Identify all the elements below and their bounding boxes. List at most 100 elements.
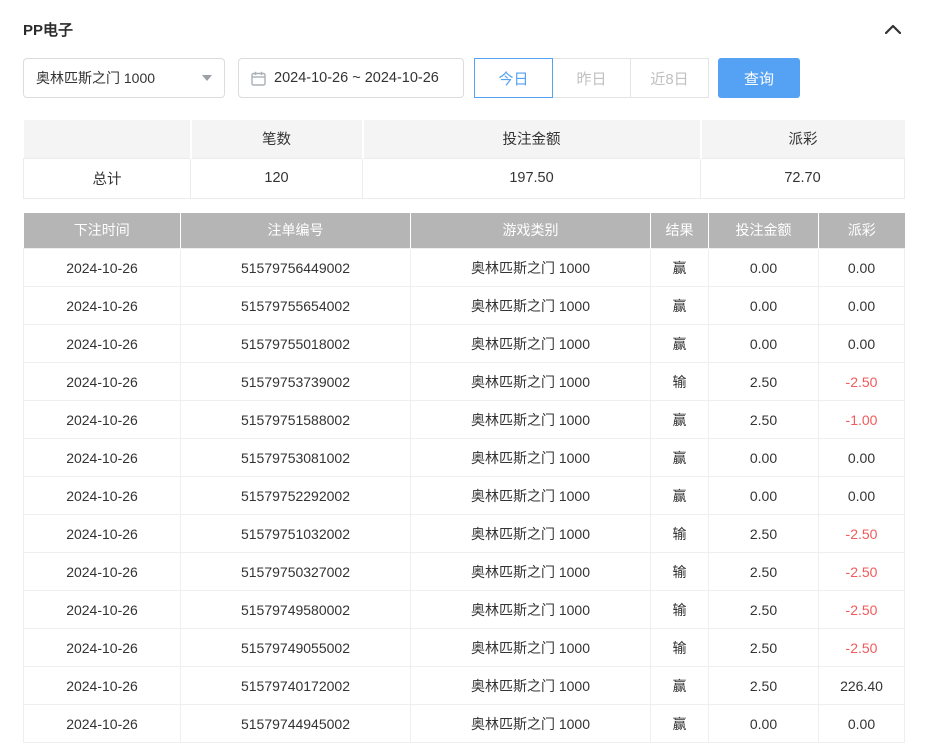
bet-amount-cell: 0.00 (708, 476, 819, 515)
chevron-down-icon (202, 75, 212, 81)
summary-total-count: 120 (190, 157, 363, 199)
column-header-result: 结果 (650, 212, 709, 249)
game-category-cell: 奥林匹斯之门 1000 (410, 362, 651, 401)
bet-time-cell: 2024-10-26 (23, 590, 181, 629)
result-cell: 赢 (650, 400, 709, 439)
pp-games-panel: PP电子 奥林匹斯之门 1000 2024-10-26 ~ 2024-10-26 (0, 0, 928, 743)
column-header-order-id: 注单编号 (180, 212, 411, 249)
bet-time-cell: 2024-10-26 (23, 324, 181, 363)
summary-header-count: 笔数 (189, 120, 363, 158)
bet-time-cell: 2024-10-26 (23, 286, 181, 325)
bet-amount-cell: 2.50 (708, 590, 819, 629)
result-cell: 输 (650, 362, 709, 401)
column-header-game-category: 游戏类别 (410, 212, 651, 249)
game-category-cell: 奥林匹斯之门 1000 (410, 324, 651, 363)
game-category-cell: 奥林匹斯之门 1000 (410, 286, 651, 325)
bet-amount-cell: 2.50 (708, 552, 819, 591)
result-cell: 赢 (650, 248, 709, 287)
result-cell: 赢 (650, 438, 709, 477)
bet-time-cell: 2024-10-26 (23, 248, 181, 287)
column-header-bet-amount: 投注金额 (708, 212, 819, 249)
result-cell: 赢 (650, 324, 709, 363)
summary-table: 笔数 投注金额 派彩 总计 120 197.50 72.70 (23, 120, 905, 199)
result-cell: 输 (650, 590, 709, 629)
table-row: 2024-10-26 51579740172002 奥林匹斯之门 1000 赢 2.50… (23, 666, 905, 705)
date-range-input[interactable]: 2024-10-26 ~ 2024-10-26 (238, 58, 464, 98)
bet-time-cell: 2024-10-26 (23, 476, 181, 515)
order-id-cell: 51579749580002 (180, 590, 411, 629)
table-row: 2024-10-26 51579755018002 奥林匹斯之门 1000 赢 0.00… (23, 324, 905, 363)
payout-cell: -2.50 (818, 590, 905, 629)
payout-cell: 0.00 (818, 324, 905, 363)
order-id-cell: 51579751588002 (180, 400, 411, 439)
result-cell: 输 (650, 628, 709, 667)
summary-total-row: 总计 120 197.50 72.70 (23, 157, 905, 199)
records-table: 下注时间 注单编号 游戏类别 结果 投注金额 派彩 2024-10-26 5157… (23, 212, 905, 743)
payout-cell: -2.50 (818, 628, 905, 667)
order-id-cell: 51579753081002 (180, 438, 411, 477)
table-row: 2024-10-26 51579751032002 奥林匹斯之门 1000 输 2.50… (23, 514, 905, 553)
bet-time-cell: 2024-10-26 (23, 628, 181, 667)
bet-amount-cell: 0.00 (708, 286, 819, 325)
bet-amount-cell: 2.50 (708, 628, 819, 667)
quick-date-button-group: 今日 昨日 近8日 (474, 58, 709, 98)
game-category-cell: 奥林匹斯之门 1000 (410, 590, 651, 629)
bet-time-cell: 2024-10-26 (23, 362, 181, 401)
table-row: 2024-10-26 51579744945002 奥林匹斯之门 1000 赢 0.00… (23, 704, 905, 743)
records-header-row: 下注时间 注单编号 游戏类别 结果 投注金额 派彩 (23, 212, 905, 249)
game-category-cell: 奥林匹斯之门 1000 (410, 476, 651, 515)
summary-total-label: 总计 (23, 157, 191, 199)
payout-cell: 0.00 (818, 438, 905, 477)
summary-header-bet-amount: 投注金额 (361, 120, 701, 158)
payout-cell: -2.50 (818, 552, 905, 591)
payout-cell: 0.00 (818, 704, 905, 743)
yesterday-button[interactable]: 昨日 (552, 58, 631, 98)
filter-bar: 奥林匹斯之门 1000 2024-10-26 ~ 2024-10-26 今日 昨… (23, 58, 905, 98)
order-id-cell: 51579755018002 (180, 324, 411, 363)
chevron-up-icon[interactable] (881, 20, 905, 38)
bet-time-cell: 2024-10-26 (23, 438, 181, 477)
calendar-icon (251, 71, 266, 86)
table-row: 2024-10-26 51579755654002 奥林匹斯之门 1000 赢 0.00… (23, 286, 905, 325)
payout-cell: 0.00 (818, 476, 905, 515)
order-id-cell: 51579749055002 (180, 628, 411, 667)
table-row: 2024-10-26 51579749055002 奥林匹斯之门 1000 输 2.50… (23, 628, 905, 667)
last-8-days-button[interactable]: 近8日 (630, 58, 709, 98)
payout-cell: -2.50 (818, 514, 905, 553)
table-row: 2024-10-26 51579752292002 奥林匹斯之门 1000 赢 0.00… (23, 476, 905, 515)
date-range-value: 2024-10-26 ~ 2024-10-26 (274, 70, 439, 86)
game-category-cell: 奥林匹斯之门 1000 (410, 400, 651, 439)
summary-total-bet-amount: 197.50 (362, 157, 701, 199)
records-tbody: 2024-10-26 51579756449002 奥林匹斯之门 1000 赢 0.00… (23, 248, 905, 743)
column-header-payout: 派彩 (818, 212, 905, 249)
bet-amount-cell: 0.00 (708, 248, 819, 287)
summary-header-payout: 派彩 (699, 120, 905, 158)
game-category-cell: 奥林匹斯之门 1000 (410, 628, 651, 667)
game-select-value: 奥林匹斯之门 1000 (36, 70, 156, 86)
payout-cell: 0.00 (818, 286, 905, 325)
result-cell: 赢 (650, 286, 709, 325)
column-header-bet-time: 下注时间 (23, 212, 181, 249)
page-title: PP电子 (23, 21, 74, 39)
panel-header: PP电子 (23, 14, 905, 44)
order-id-cell: 51579752292002 (180, 476, 411, 515)
bet-time-cell: 2024-10-26 (23, 704, 181, 743)
game-select[interactable]: 奥林匹斯之门 1000 (23, 58, 225, 98)
table-row: 2024-10-26 51579749580002 奥林匹斯之门 1000 输 2.50… (23, 590, 905, 629)
game-category-cell: 奥林匹斯之门 1000 (410, 552, 651, 591)
order-id-cell: 51579755654002 (180, 286, 411, 325)
query-button[interactable]: 查询 (718, 58, 800, 98)
bet-time-cell: 2024-10-26 (23, 552, 181, 591)
table-row: 2024-10-26 51579753081002 奥林匹斯之门 1000 赢 0.00… (23, 438, 905, 477)
order-id-cell: 51579740172002 (180, 666, 411, 705)
payout-cell: 226.40 (818, 666, 905, 705)
game-category-cell: 奥林匹斯之门 1000 (410, 248, 651, 287)
order-id-cell: 51579756449002 (180, 248, 411, 287)
today-button[interactable]: 今日 (474, 58, 553, 98)
bet-amount-cell: 0.00 (708, 324, 819, 363)
result-cell: 赢 (650, 666, 709, 705)
payout-cell: -2.50 (818, 362, 905, 401)
bet-amount-cell: 2.50 (708, 514, 819, 553)
payout-cell: 0.00 (818, 248, 905, 287)
game-category-cell: 奥林匹斯之门 1000 (410, 666, 651, 705)
